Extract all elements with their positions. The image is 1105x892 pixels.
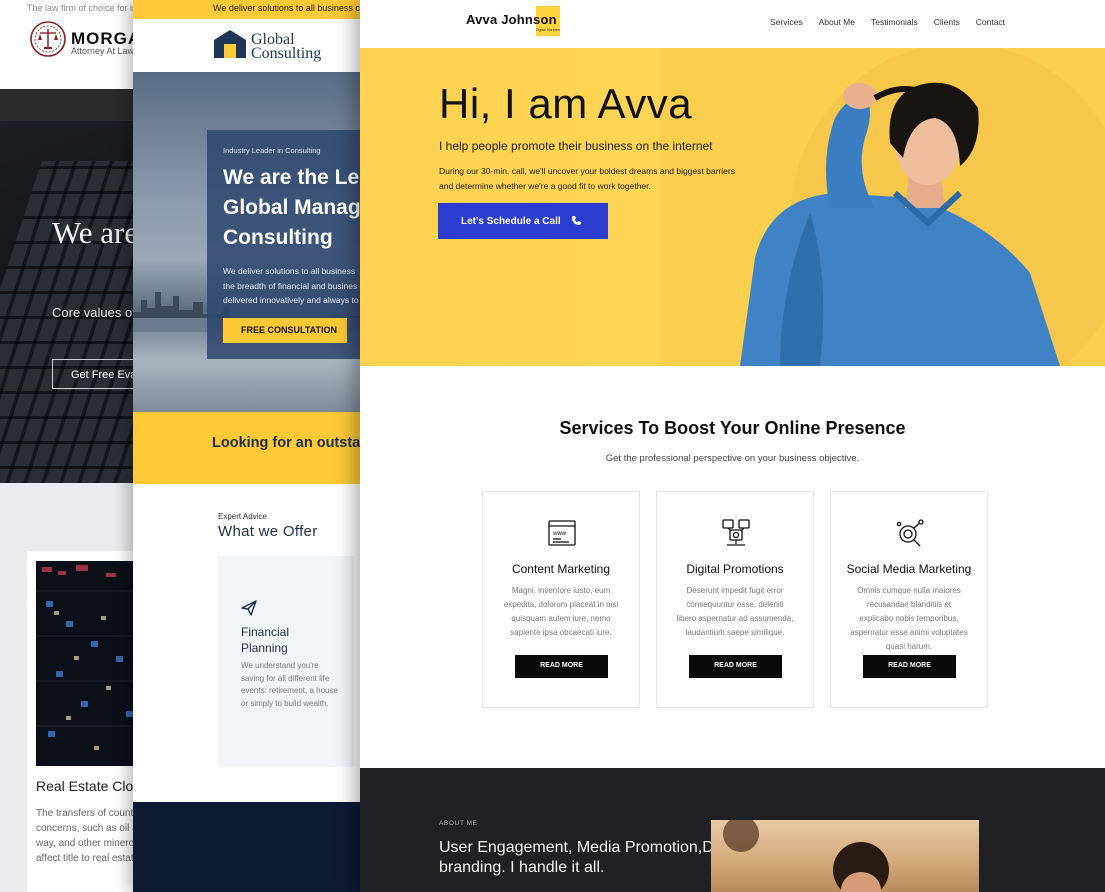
- avva-preview: Avva Johnson Digital Marketer Services A…: [360, 0, 1105, 892]
- about-photo: [711, 820, 979, 892]
- law-card-title[interactable]: Real Estate Clo: [36, 778, 133, 794]
- service-text: Magni, inventore iusto, eum expedita, do…: [503, 586, 619, 637]
- phone-icon: [571, 215, 582, 239]
- about-kicker: ABOUT ME: [439, 820, 478, 827]
- service-text: We understand you're saving for all diff…: [241, 661, 338, 708]
- nav-contact[interactable]: Contact: [976, 17, 1005, 27]
- consulting-hero-title: We are the Le Global Manag Consulting: [223, 166, 361, 249]
- section-kicker: Expert Advice: [218, 512, 267, 521]
- consulting-hero-label: Industry Leader in Consulting: [223, 146, 321, 155]
- consulting-banner-text: Looking for an outsta: [212, 435, 361, 451]
- law-card-body: The transfers of count concerns, such as…: [36, 808, 138, 864]
- nav-clients[interactable]: Clients: [934, 17, 960, 27]
- consulting-hero-text: We deliver solutions to all business the…: [223, 266, 359, 305]
- consulting-brand-line2: Consulting: [251, 45, 322, 62]
- free-consultation-button[interactable]: FREE CONSULTATION: [223, 318, 347, 343]
- schedule-call-button[interactable]: Let's Schedule a Call: [438, 203, 608, 239]
- service-title: Financial Planning: [241, 625, 290, 655]
- read-more-button[interactable]: READ MORE: [689, 655, 782, 678]
- service-title: Digital Promotions: [686, 562, 784, 576]
- consulting-logo-icon[interactable]: [212, 28, 248, 60]
- services-heading: Services To Boost Your Online Presence: [559, 418, 906, 438]
- avva-hero-description: During our 30-min. call, we'll uncover y…: [439, 166, 735, 191]
- avva-hero-subtitle: I help people promote their business on …: [439, 139, 713, 153]
- web-browser-icon: www: [547, 518, 577, 548]
- read-more-button[interactable]: READ MORE: [863, 655, 956, 678]
- paper-plane-icon: [241, 600, 257, 616]
- service-text: Omnis cumque nulla maiores recusandae bl…: [850, 586, 968, 651]
- nav-services[interactable]: Services: [770, 17, 803, 27]
- svg-text:www: www: [552, 531, 567, 537]
- avva-logo-sub: Digital Marketer: [536, 28, 561, 32]
- services-subheading: Get the professional perspective on your…: [605, 453, 860, 464]
- magnifier-network-icon: [895, 518, 925, 548]
- hero-woman-photo: [660, 48, 1105, 366]
- service-title: Social Media Marketing: [846, 562, 972, 576]
- read-more-button[interactable]: READ MORE: [515, 655, 608, 678]
- service-text: Deserunt impedit fugit error consequuntu…: [676, 586, 794, 637]
- service-title: Content Marketing: [511, 562, 611, 576]
- network-promotion-icon: [721, 518, 751, 548]
- nav-about-me[interactable]: About Me: [819, 17, 855, 27]
- avva-nav-links: Services About Me Testimonials Clients C…: [770, 17, 1021, 27]
- cta-label: Let's Schedule a Call: [461, 216, 561, 227]
- law-brand-sub: Attorney At Law: [71, 46, 135, 56]
- section-title: What we Offer: [218, 523, 318, 540]
- avva-hero-title: Hi, I am Avva: [439, 80, 693, 127]
- scales-of-justice-icon: [29, 20, 67, 58]
- nav-testimonials[interactable]: Testimonials: [871, 17, 918, 27]
- avva-logo[interactable]: Avva Johnson: [466, 12, 557, 27]
